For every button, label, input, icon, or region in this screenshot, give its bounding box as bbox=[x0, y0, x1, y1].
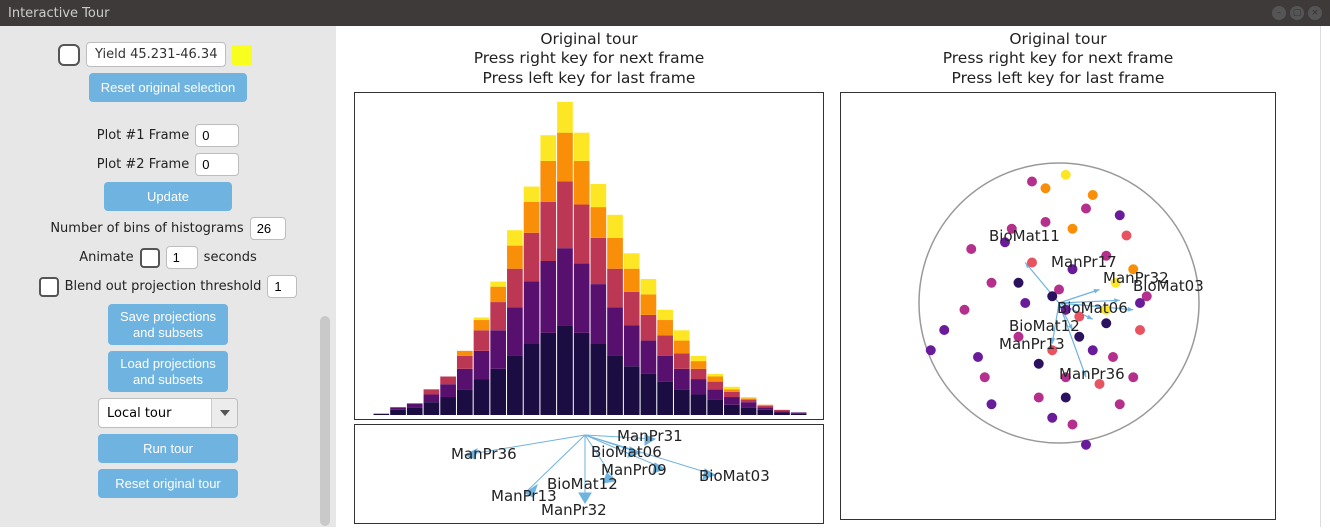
yield-color-swatch[interactable] bbox=[232, 45, 252, 65]
window-titlebar: Interactive Tour – ▢ × bbox=[0, 0, 1330, 26]
blend-threshold-checkbox[interactable] bbox=[39, 277, 59, 297]
right-gutter bbox=[1320, 26, 1330, 527]
reset-original-selection-button[interactable]: Reset original selection bbox=[89, 73, 247, 102]
window-close-icon[interactable]: × bbox=[1308, 6, 1322, 20]
plot-area: Original tour Press right key for next f… bbox=[336, 26, 1320, 527]
plot1-frame-input[interactable] bbox=[195, 124, 239, 147]
yield-checkbox[interactable] bbox=[58, 44, 80, 66]
load-projections-button[interactable]: Load projections and subsets bbox=[108, 351, 228, 392]
run-tour-button[interactable]: Run tour bbox=[98, 434, 238, 463]
plot1-title: Original tour Press right key for next f… bbox=[474, 30, 705, 88]
projection-axis-plot[interactable]: ManPr36 ManPr31 BioMat06 ManPr09 BioMat0… bbox=[354, 424, 824, 524]
plot2-frame-label: Plot #2 Frame bbox=[97, 157, 189, 172]
window-minimize-icon[interactable]: – bbox=[1272, 6, 1286, 20]
scatter-plot[interactable]: BioMat11 ManPr17 ManPr32 BioMat03 BioMat… bbox=[840, 92, 1276, 520]
bins-input[interactable] bbox=[250, 217, 286, 240]
animate-checkbox[interactable] bbox=[140, 248, 160, 268]
update-button[interactable]: Update bbox=[104, 182, 232, 211]
blend-threshold-input[interactable] bbox=[267, 275, 297, 298]
animate-seconds-input[interactable] bbox=[166, 246, 198, 269]
sidebar-scrollbar[interactable] bbox=[320, 316, 330, 526]
tour-type-select[interactable]: Local tour bbox=[98, 398, 238, 428]
window-maximize-icon[interactable]: ▢ bbox=[1290, 6, 1304, 20]
plot2-frame-input[interactable] bbox=[195, 153, 239, 176]
blend-threshold-label: Blend out projection threshold bbox=[65, 279, 262, 294]
animate-seconds-label: seconds bbox=[204, 250, 257, 265]
reset-original-tour-button[interactable]: Reset original tour bbox=[98, 469, 238, 498]
animate-label: Animate bbox=[79, 250, 133, 265]
chevron-down-icon[interactable] bbox=[211, 399, 237, 427]
save-projections-button[interactable]: Save projections and subsets bbox=[108, 304, 228, 345]
histogram-plot[interactable] bbox=[354, 92, 824, 420]
yield-range-field[interactable]: Yield 45.231-46.34 bbox=[86, 42, 226, 67]
plot2-title: Original tour Press right key for next f… bbox=[943, 30, 1174, 88]
tour-type-value: Local tour bbox=[99, 401, 211, 426]
window-title: Interactive Tour bbox=[8, 6, 1272, 21]
bins-label: Number of bins of histograms bbox=[50, 221, 243, 236]
control-sidebar: Yield 45.231-46.34 Reset original select… bbox=[0, 26, 336, 527]
plot1-frame-label: Plot #1 Frame bbox=[97, 128, 189, 143]
